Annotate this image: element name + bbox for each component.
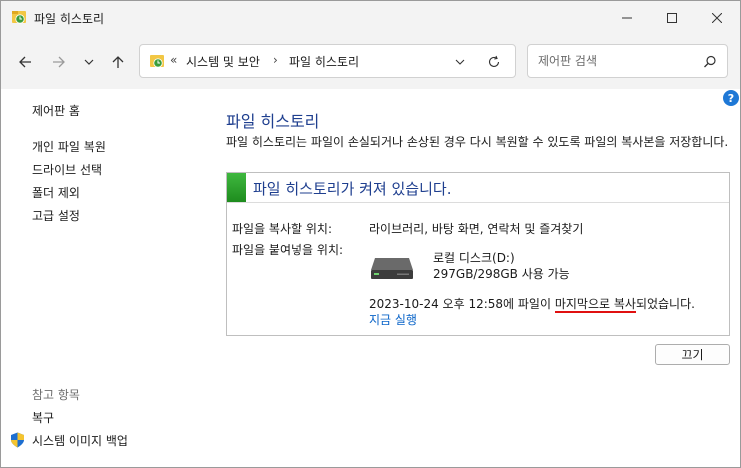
breadcrumb-file-history[interactable]: 파일 히스토리 xyxy=(289,53,359,70)
sidebar-advanced-settings[interactable]: 고급 설정 xyxy=(32,207,80,224)
chevron-down-icon xyxy=(455,59,465,65)
search-box[interactable] xyxy=(527,44,728,78)
page-title: 파일 히스토리 xyxy=(226,112,320,131)
file-history-location-icon xyxy=(150,55,164,68)
run-now-link[interactable]: 지금 실행 xyxy=(369,311,417,328)
sidebar-exclude-folders[interactable]: 폴더 제외 xyxy=(32,184,80,201)
breadcrumb-separator: › xyxy=(273,53,278,67)
minimize-button[interactable] xyxy=(604,1,650,34)
maximize-icon xyxy=(667,12,677,23)
copy-from-label: 파일을 복사할 위치: xyxy=(232,222,332,236)
back-button[interactable] xyxy=(13,50,37,74)
up-button[interactable] xyxy=(106,50,130,74)
last-copied-text: 2023-10-24 오후 12:58에 파일이 마지막으로 복사되었습니다. xyxy=(369,295,695,313)
sidebar-control-panel-home[interactable]: 제어판 홈 xyxy=(32,102,80,119)
copy-to-label: 파일을 붙여넣을 위치: xyxy=(232,243,344,257)
address-dropdown-button[interactable] xyxy=(452,54,468,70)
copy-from-value: 라이브러리, 바탕 화면, 연락처 및 즐겨찾기 xyxy=(369,222,584,236)
file-history-window: 파일 히스토리 « 시스템 및 보안 › 파일 히스토리 제어판 검색 ? 제어… xyxy=(0,0,741,468)
breadcrumb-overflow[interactable]: « xyxy=(170,53,177,67)
drive-free-space: 297GB/298GB 사용 가능 xyxy=(433,267,570,281)
uac-shield-icon xyxy=(11,432,24,448)
maximize-button[interactable] xyxy=(649,1,695,34)
status-header: 파일 히스토리가 켜져 있습니다. xyxy=(227,173,729,203)
page-description: 파일 히스토리는 파일이 손실되거나 손상된 경우 다시 복원할 수 있도록 파… xyxy=(226,135,729,149)
sidebar-select-drive[interactable]: 드라이브 선택 xyxy=(32,161,102,178)
sidebar-restore-personal-files[interactable]: 개인 파일 복원 xyxy=(32,138,106,155)
refresh-button[interactable] xyxy=(486,54,502,70)
arrow-right-icon xyxy=(53,56,65,68)
see-also-heading: 참고 항목 xyxy=(32,388,80,402)
recent-locations-button[interactable] xyxy=(77,50,101,74)
status-text: 파일 히스토리가 켜져 있습니다. xyxy=(253,180,452,198)
forward-button[interactable] xyxy=(47,50,71,74)
address-bar[interactable]: « 시스템 및 보안 › 파일 히스토리 xyxy=(139,44,516,78)
close-icon xyxy=(712,12,722,23)
title-bar: 파일 히스토리 xyxy=(1,1,740,34)
search-input[interactable] xyxy=(538,51,698,71)
help-icon[interactable]: ? xyxy=(723,90,739,106)
arrow-left-icon xyxy=(19,56,31,68)
drive-name: 로컬 디스크(D:) xyxy=(433,251,515,265)
last-copied-suffix: 되었습니다. xyxy=(635,297,695,311)
minimize-icon xyxy=(622,17,632,18)
sidebar-system-image-backup[interactable]: 시스템 이미지 백업 xyxy=(32,432,128,449)
last-copied-highlight: 마지막으로 복사 xyxy=(554,297,636,313)
refresh-icon xyxy=(488,55,500,67)
chevron-down-icon xyxy=(84,59,94,65)
arrow-up-icon xyxy=(112,56,124,68)
sidebar-recovery[interactable]: 복구 xyxy=(32,409,54,426)
navigation-bar: « 시스템 및 보안 › 파일 히스토리 xyxy=(1,34,740,89)
window-title: 파일 히스토리 xyxy=(34,12,105,26)
breadcrumb-system-security[interactable]: 시스템 및 보안 xyxy=(186,53,260,70)
turn-off-button[interactable]: 끄기 xyxy=(655,344,730,365)
search-icon[interactable] xyxy=(702,54,718,70)
close-button[interactable] xyxy=(694,1,740,34)
last-copied-prefix: 2023-10-24 오후 12:58에 파일이 xyxy=(369,297,555,311)
status-indicator xyxy=(227,173,246,202)
file-history-status-panel: 파일 히스토리가 켜져 있습니다. 파일을 복사할 위치: 라이브러리, 바탕 … xyxy=(226,172,730,336)
file-history-app-icon xyxy=(12,11,26,24)
hard-drive-icon xyxy=(371,258,413,279)
